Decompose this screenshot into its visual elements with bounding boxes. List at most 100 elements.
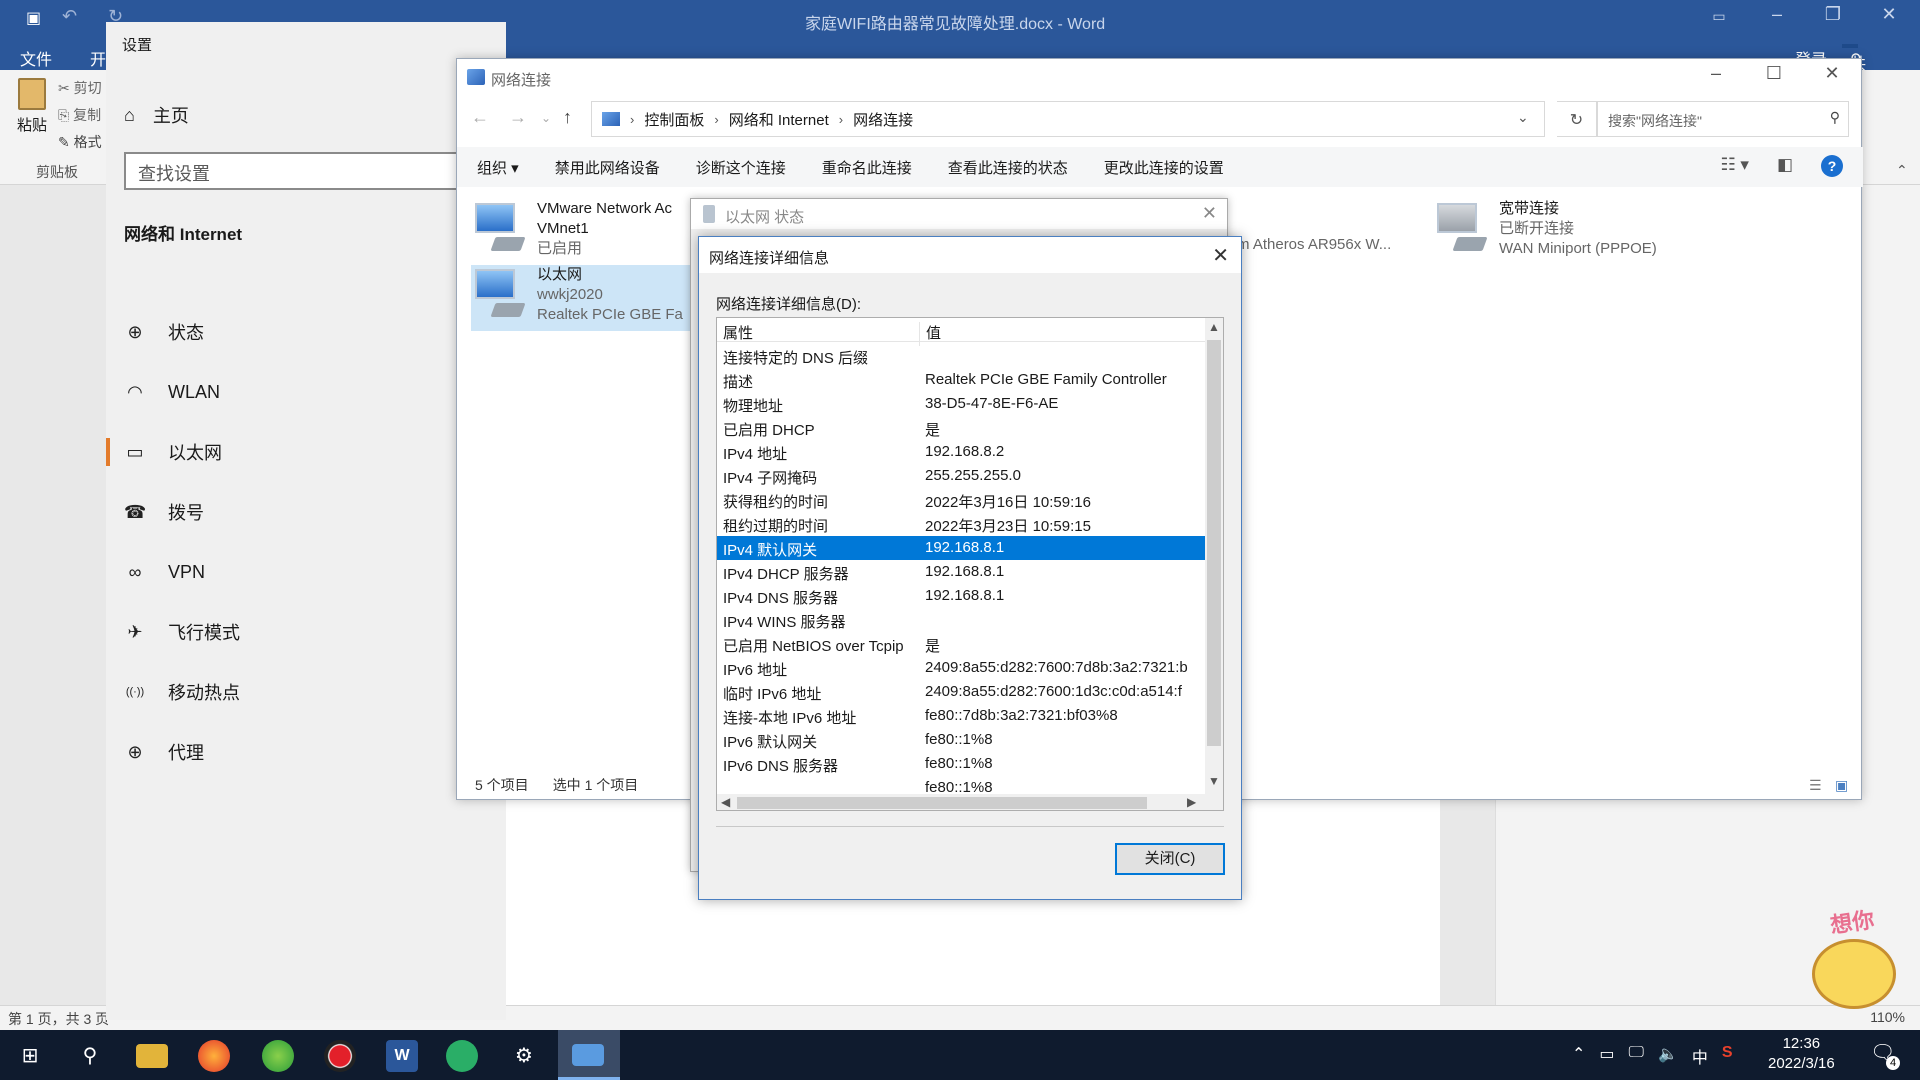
details-row[interactable]: IPv4 地址 192.168.8.2 <box>717 440 1205 464</box>
tray-expand-icon[interactable]: ⌃ <box>1572 1044 1585 1068</box>
collapse-ribbon-icon[interactable]: ⌃ <box>1896 162 1908 179</box>
breadcrumb-item[interactable]: 控制面板 <box>644 109 704 130</box>
command-button[interactable]: 禁用此网络设备 <box>555 157 660 178</box>
details-row[interactable]: IPv4 默认网关 192.168.8.1 <box>717 536 1205 560</box>
details-row[interactable]: 描述 Realtek PCIe GBE Family Controller <box>717 368 1205 392</box>
settings-nav-item[interactable]: ((·)) 移动热点 <box>106 662 506 722</box>
save-icon[interactable]: ▣ <box>26 8 41 28</box>
command-button[interactable]: 查看此连接的状态 <box>948 157 1068 178</box>
recent-chevron-icon[interactable]: ⌄ <box>541 111 551 125</box>
close-button[interactable]: 关闭(C) <box>1115 843 1225 875</box>
help-icon[interactable]: ? <box>1821 155 1843 177</box>
sogou-ime-icon[interactable]: S <box>1722 1044 1733 1068</box>
ime-indicator[interactable]: 中 <box>1692 1044 1708 1068</box>
details-row[interactable]: IPv6 默认网关 fe80::1%8 <box>717 728 1205 752</box>
details-row[interactable]: 获得租约的时间 2022年3月16日 10:59:16 <box>717 488 1205 512</box>
command-button[interactable]: 更改此连接的设置 <box>1104 157 1224 178</box>
connection-item-vmware[interactable]: VMware Network Ac VMnet1 已启用 <box>471 199 689 261</box>
details-row[interactable]: 临时 IPv6 地址 2409:8a55:d282:7600:1d3c:c0d:a… <box>717 680 1205 704</box>
settings-nav-item[interactable]: ✈ 飞行模式 <box>106 602 506 662</box>
breadcrumb-item[interactable]: 网络和 Internet <box>729 109 829 130</box>
tab-file[interactable]: 文件 <box>20 46 52 70</box>
share-button[interactable]: ⚲ 共享 <box>1842 44 1866 97</box>
restore-ribbon-icon[interactable]: ▭ <box>1696 8 1742 25</box>
breadcrumb-item[interactable]: 网络连接 <box>853 109 913 130</box>
up-arrow-icon[interactable]: ↑ <box>563 107 572 128</box>
details-view-icon[interactable]: ☰ <box>1809 777 1822 794</box>
settings-nav-item[interactable]: ⊕ 状态 <box>106 302 506 362</box>
command-button[interactable]: 诊断这个连接 <box>696 157 786 178</box>
netconn-minimize-button[interactable]: – <box>1693 63 1739 84</box>
details-row[interactable]: IPv4 DNS 服务器 192.168.8.1 <box>717 584 1205 608</box>
column-header-value[interactable]: 值 <box>919 322 941 346</box>
file-explorer-icon[interactable] <box>136 1044 168 1068</box>
address-dropdown-icon[interactable]: ⌄ <box>1517 109 1529 126</box>
breadcrumb-separator-icon[interactable]: › <box>839 112 843 127</box>
netconn-close-button[interactable]: ✕ <box>1809 63 1855 84</box>
wechat-icon[interactable] <box>446 1040 478 1072</box>
settings-nav-item[interactable]: ▭ 以太网 <box>106 422 506 482</box>
details-row[interactable]: 已启用 DHCP 是 <box>717 416 1205 440</box>
details-row[interactable]: 已启用 NetBIOS over Tcpip 是 <box>717 632 1205 656</box>
search-icon[interactable]: ⚲ <box>74 1040 106 1072</box>
firefox-icon[interactable] <box>198 1040 230 1072</box>
breadcrumb-separator-icon[interactable]: › <box>630 112 634 127</box>
settings-home-link[interactable]: ⌂ 主页 <box>124 102 189 128</box>
scroll-right-icon[interactable]: ▶ <box>1187 795 1196 809</box>
details-row[interactable]: 物理地址 38-D5-47-8E-F6-AE <box>717 392 1205 416</box>
details-list[interactable]: 属性 值 连接特定的 DNS 后缀 描述 Realtek PCIe GBE Fami… <box>716 317 1224 811</box>
settings-gear-icon[interactable]: ⚙ <box>508 1040 540 1072</box>
battery-icon[interactable]: ▭ <box>1599 1044 1614 1068</box>
refresh-button[interactable]: ↻ <box>1557 101 1597 137</box>
ethernet-status-close-button[interactable]: ✕ <box>1202 203 1217 224</box>
cut-button[interactable]: ✂ 剪切 <box>58 78 102 98</box>
settings-nav-item[interactable]: ☎ 拨号 <box>106 482 506 542</box>
details-row[interactable]: IPv6 DNS 服务器 fe80::1%8 <box>717 752 1205 776</box>
undo-icon[interactable]: ↶ <box>62 6 77 27</box>
vertical-scroll-thumb[interactable] <box>1207 340 1221 746</box>
back-arrow-icon[interactable]: ← <box>471 107 489 128</box>
start-windows-icon[interactable]: ⊞ <box>14 1040 46 1072</box>
scroll-up-icon[interactable]: ▲ <box>1208 320 1220 334</box>
connection-item-ethernet[interactable]: 以太网 wwkj2020 Realtek PCIe GBE Fa <box>471 265 691 331</box>
preview-pane-icon[interactable]: ◧ <box>1777 155 1793 177</box>
details-row[interactable]: 连接特定的 DNS 后缀 <box>717 344 1205 368</box>
details-row[interactable]: 租约过期的时间 2022年3月23日 10:59:15 <box>717 512 1205 536</box>
breadcrumb-separator-icon[interactable]: › <box>714 112 718 127</box>
word-close-button[interactable]: ✕ <box>1866 4 1912 25</box>
format-painter-button[interactable]: ✎ 格式 <box>58 132 102 152</box>
column-header-property[interactable]: 属性 <box>723 322 753 343</box>
volume-icon[interactable]: 🔈 <box>1658 1044 1678 1068</box>
record-icon[interactable] <box>324 1040 356 1072</box>
breadcrumb[interactable]: › 控制面板 › 网络和 Internet › 网络连接 <box>591 101 1545 137</box>
network-tray-icon[interactable]: 🖵 <box>1629 1044 1644 1068</box>
word-minimize-button[interactable]: – <box>1754 4 1800 25</box>
command-button[interactable]: 组织 ▾ <box>477 157 519 178</box>
netconn-search-input[interactable]: 搜索"网络连接" ⚲ <box>1597 101 1849 137</box>
settings-nav-item[interactable]: ◠ WLAN <box>106 362 506 422</box>
settings-nav-item[interactable]: ⊕ 代理 <box>106 722 506 782</box>
horizontal-scroll-thumb[interactable] <box>737 797 1147 809</box>
details-row[interactable]: IPv4 子网掩码 255.255.255.0 <box>717 464 1205 488</box>
scroll-left-icon[interactable]: ◀ <box>721 795 730 809</box>
settings-nav-item[interactable]: ∞ VPN <box>106 542 506 602</box>
forward-arrow-icon[interactable]: → <box>509 107 527 128</box>
taskbar-clock[interactable]: 12:36 2022/3/16 <box>1768 1034 1835 1074</box>
details-row[interactable]: IPv4 WINS 服务器 <box>717 608 1205 632</box>
view-options-icon[interactable]: ☷ ▾ <box>1720 155 1749 177</box>
tab-home[interactable]: 开 <box>90 46 106 70</box>
word-maximize-button[interactable]: ❐ <box>1810 4 1856 25</box>
copy-button[interactable]: ⎘ 复制 <box>58 105 101 125</box>
page-indicator[interactable]: 第 1 页，共 3 页 <box>8 1009 109 1029</box>
paste-button[interactable]: 粘贴 <box>12 78 52 135</box>
details-row[interactable]: 连接-本地 IPv6 地址 fe80::7d8b:3a2:7321:bf03%8 <box>717 704 1205 728</box>
word-app-icon[interactable]: W <box>386 1040 418 1072</box>
scroll-down-icon[interactable]: ▼ <box>1208 774 1220 788</box>
details-row[interactable]: IPv4 DHCP 服务器 192.168.8.1 <box>717 560 1205 584</box>
details-close-x-button[interactable]: ✕ <box>1212 243 1229 268</box>
browser-360-icon[interactable] <box>262 1040 294 1072</box>
control-panel-app-icon[interactable] <box>572 1044 604 1066</box>
large-icons-view-icon[interactable]: ▣ <box>1835 777 1848 794</box>
command-button[interactable]: 重命名此连接 <box>822 157 912 178</box>
details-row[interactable]: IPv6 地址 2409:8a55:d282:7600:7d8b:3a2:7321… <box>717 656 1205 680</box>
